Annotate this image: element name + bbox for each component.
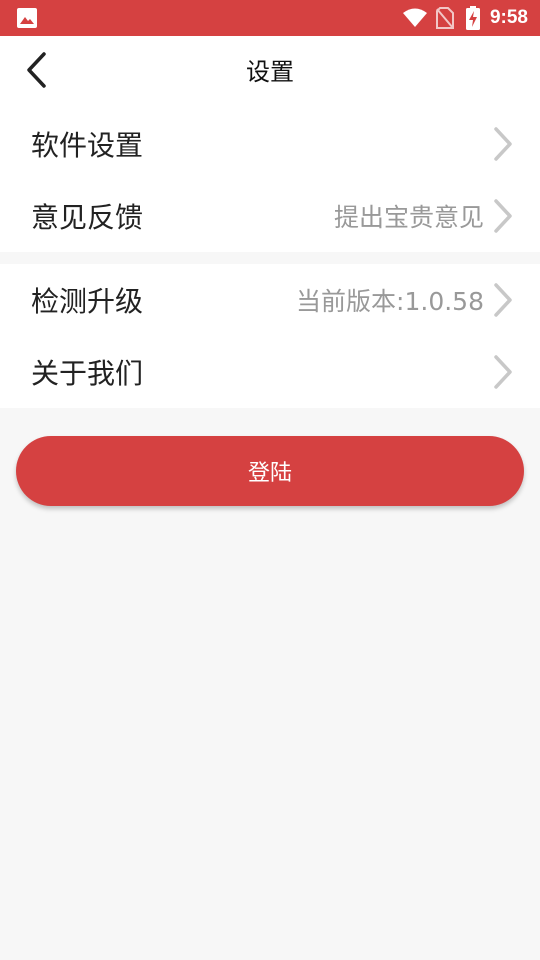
row-label: 关于我们 [31, 357, 144, 390]
feedback-row[interactable]: 意见反馈 提出宝贵意见 [0, 180, 540, 252]
status-time: 9:58 [489, 7, 528, 28]
back-arrow-icon [24, 51, 48, 93]
app-bar: 设置 [0, 36, 540, 108]
page-title: 设置 [246, 58, 294, 86]
login-button[interactable]: 登陆 [16, 436, 524, 506]
status-bar: 9:58 [0, 0, 540, 36]
row-value: 提出宝贵意见 [333, 203, 484, 232]
gallery-icon [16, 7, 38, 29]
row-label: 意见反馈 [31, 201, 144, 234]
chevron-right-icon [492, 264, 532, 336]
chevron-right-icon [492, 180, 532, 252]
no-sim-icon [435, 7, 454, 29]
chevron-right-icon [492, 108, 532, 180]
about-us-row[interactable]: 关于我们 [0, 336, 540, 408]
settings-group-1: 软件设置 意见反馈 提出宝贵意见 [0, 108, 540, 252]
battery-charging-icon [465, 6, 480, 30]
settings-group-2: 检测升级 当前版本:1.0.58 关于我们 [0, 264, 540, 408]
back-button[interactable] [16, 52, 56, 92]
software-settings-row[interactable]: 软件设置 [0, 108, 540, 180]
row-label: 软件设置 [31, 129, 144, 162]
wifi-icon [402, 8, 428, 28]
chevron-right-icon [492, 336, 532, 408]
row-label: 检测升级 [31, 285, 144, 318]
version-text: 当前版本:1.0.58 [296, 287, 484, 316]
status-icons: 9:58 [402, 0, 528, 36]
check-update-row[interactable]: 检测升级 当前版本:1.0.58 [0, 264, 540, 336]
